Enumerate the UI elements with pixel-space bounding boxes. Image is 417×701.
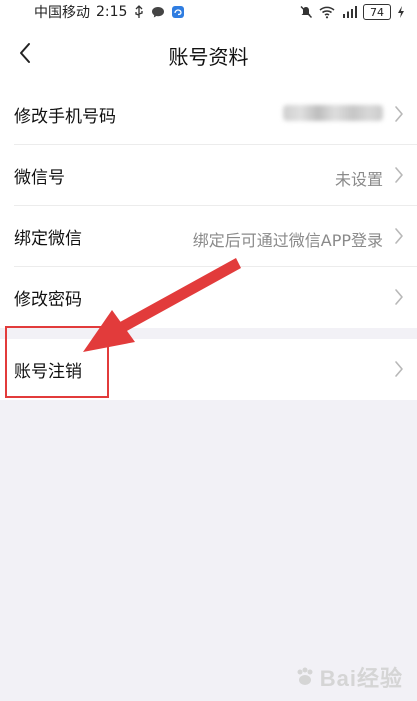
status-bar: 中国移动 2:15 74 (0, 0, 417, 24)
chevron-right-icon (395, 167, 403, 183)
row-cancel-account[interactable]: 账号注销 (0, 339, 417, 400)
header-bar: 账号资料 (0, 24, 417, 84)
mute-bell-icon (299, 5, 313, 19)
cellular-signal-icon (341, 5, 357, 19)
chat-bubble-icon (151, 5, 165, 19)
usb-icon (133, 5, 145, 19)
status-right: 74 (299, 4, 405, 20)
page-title: 账号资料 (168, 45, 249, 69)
clock: 2:15 (96, 4, 128, 20)
watermark-text: Bai经验 (319, 666, 403, 691)
wifi-icon (319, 5, 335, 19)
carrier-label: 中国移动 (34, 5, 90, 21)
chevron-right-icon (395, 106, 403, 122)
watermark: Bai经验 (294, 661, 403, 693)
chevron-right-icon (395, 228, 403, 244)
row-label: 绑定微信 (14, 229, 82, 249)
masked-phone-number (283, 105, 383, 121)
row-label: 修改手机号码 (14, 107, 116, 127)
app-notification-icon (171, 5, 185, 19)
settings-group-cancel: 账号注销 (0, 339, 417, 400)
row-change-password[interactable]: 修改密码 (0, 267, 417, 328)
row-label: 微信号 (14, 168, 65, 188)
charging-bolt-icon (397, 5, 405, 19)
row-value: 未设置 (334, 170, 383, 189)
row-bind-wechat[interactable]: 绑定微信 绑定后可通过微信APP登录 (0, 206, 417, 267)
chevron-right-icon (395, 361, 403, 377)
battery-indicator: 74 (363, 4, 391, 20)
row-change-phone[interactable]: 修改手机号码 (0, 84, 417, 145)
chevron-right-icon (395, 289, 403, 305)
paw-icon (297, 667, 313, 685)
status-left: 中国移动 2:15 (34, 2, 185, 22)
row-wechat-id[interactable]: 微信号 未设置 (0, 145, 417, 206)
row-label: 账号注销 (14, 362, 82, 382)
row-value: 绑定后可通过微信APP登录 (192, 231, 383, 250)
settings-group-account: 修改手机号码 微信号 未设置 绑定微信 绑定后可通过微信APP登录 修改密码 (0, 84, 417, 328)
row-label: 修改密码 (14, 290, 82, 310)
